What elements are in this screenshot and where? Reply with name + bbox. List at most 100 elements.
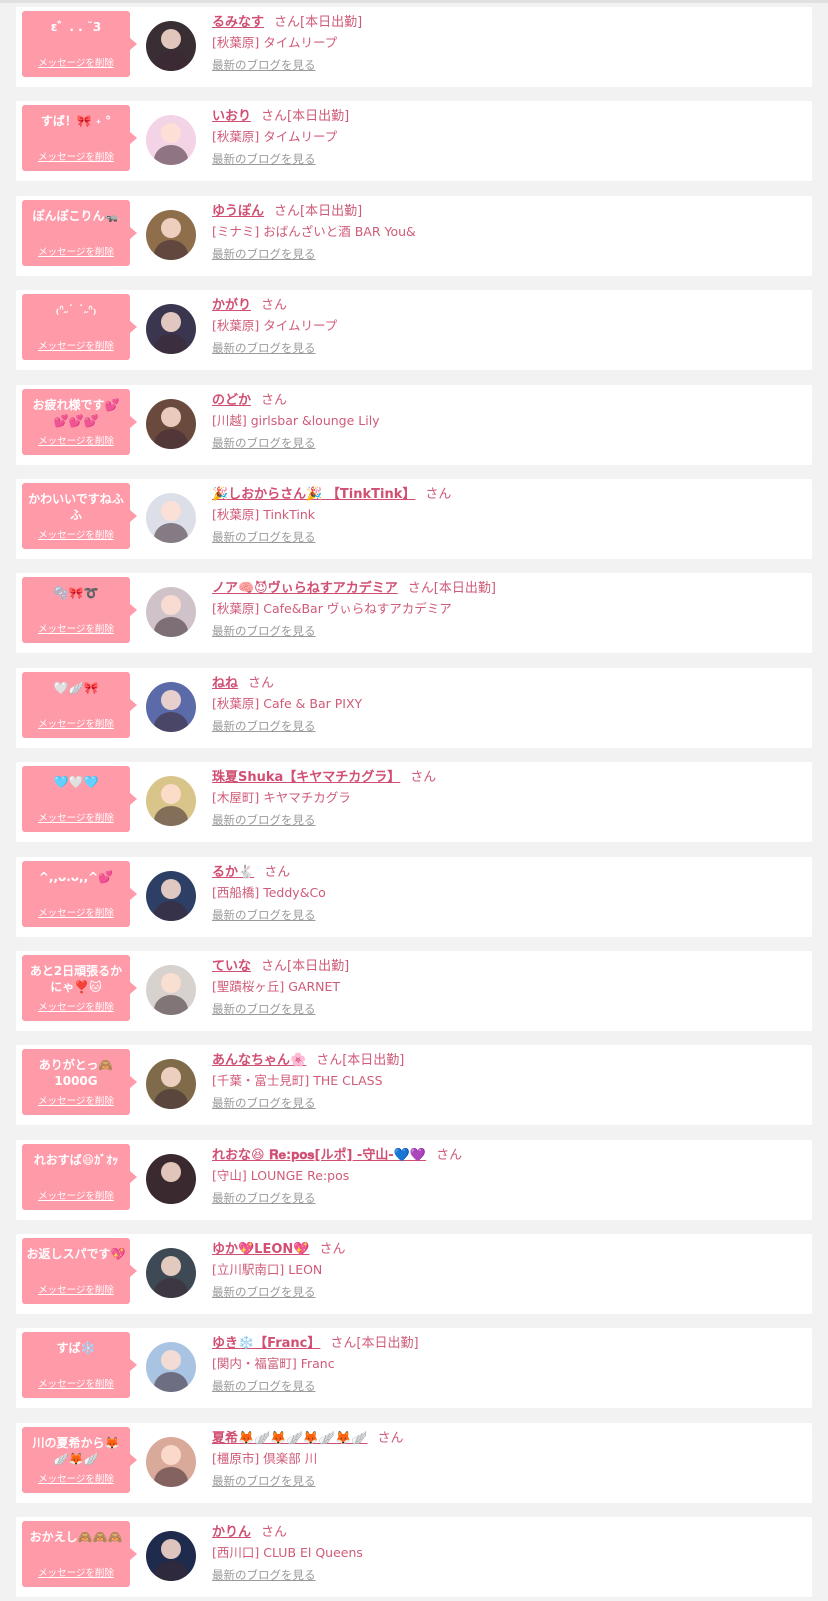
message-bubble: ε゛. . ˘3 メッセージを削除 [22, 11, 137, 77]
name-line: 🎉しおからさん🎉 【TinkTink】 さん [212, 485, 802, 505]
user-name-link[interactable]: 夏希🦊🪽🦊🪽🦊🪽🦊🪽 [212, 1431, 368, 1446]
name-line: かりん さん [212, 1523, 802, 1543]
latest-blog-link[interactable]: 最新のブログを見る [212, 57, 316, 73]
latest-blog-link[interactable]: 最新のブログを見る [212, 151, 316, 167]
user-info: かがり さん [秋葉原] タイムリープ 最新のブログを見る [212, 296, 802, 356]
avatar[interactable] [146, 1248, 196, 1299]
avatar[interactable] [146, 1436, 196, 1487]
latest-blog-link[interactable]: 最新のブログを見る [212, 1095, 316, 1111]
delete-message-link[interactable]: メッセージを削除 [22, 905, 130, 919]
attendance-status: [本日出勤] [342, 1053, 405, 1069]
latest-blog-link[interactable]: 最新のブログを見る [212, 718, 316, 734]
user-name-link[interactable]: ノア🧠😈ヴぃらねすアカデミア [212, 581, 398, 596]
avatar[interactable] [146, 1531, 196, 1582]
user-name-link[interactable]: るか🐇 [212, 865, 254, 880]
user-name-link[interactable]: ゆき❄️【Franc】 [212, 1336, 320, 1351]
latest-blog-link[interactable]: 最新のブログを見る [212, 907, 316, 923]
user-name-link[interactable]: ていな [212, 959, 251, 974]
shop-name: [立川駅南口] LEON [212, 1262, 323, 1278]
user-name-link[interactable]: 珠夏Shuka【キヤマチカグラ】 [212, 770, 400, 785]
user-name-link[interactable]: あんなちゃん🌸 [212, 1053, 306, 1068]
honorific: さん [274, 203, 301, 219]
name-line: のどか さん [212, 391, 802, 411]
user-name-link[interactable]: れおな😆 𝐑𝐞:𝐩𝐨𝐬[ルポ] -守山-💙💜 [212, 1148, 426, 1163]
latest-blog-link[interactable]: 最新のブログを見る [212, 435, 316, 451]
avatar[interactable] [146, 587, 196, 638]
delete-message-link[interactable]: メッセージを削除 [22, 1471, 130, 1485]
latest-blog-link[interactable]: 最新のブログを見る [212, 340, 316, 356]
delete-message-link[interactable]: メッセージを削除 [22, 716, 130, 730]
user-info: 夏希🦊🪽🦊🪽🦊🪽🦊🪽 さん [橿原市] 倶楽部 川 最新のブログを見る [212, 1429, 802, 1489]
user-info: ねね さん [秋葉原] Cafe & Bar PIXY 最新のブログを見る [212, 674, 802, 734]
user-name-link[interactable]: かがり [212, 298, 251, 313]
latest-blog-link[interactable]: 最新のブログを見る [212, 1001, 316, 1017]
message-text: かわいいですねふふ [28, 491, 124, 522]
delete-message-link[interactable]: メッセージを削除 [22, 621, 130, 635]
user-name-link[interactable]: のどか [212, 393, 251, 408]
message-bubble: すば！🎀 ˖ ° メッセージを削除 [22, 105, 137, 172]
name-line: かがり さん [212, 296, 802, 316]
delete-message-link[interactable]: メッセージを削除 [22, 810, 130, 824]
delete-message-link[interactable]: メッセージを削除 [22, 55, 130, 69]
delete-message-link[interactable]: メッセージを削除 [22, 338, 130, 352]
message-bubble: 川の夏希から🦊🪽🦊🪽 メッセージを削除 [22, 1426, 137, 1493]
latest-blog-link[interactable]: 最新のブログを見る [212, 1284, 316, 1300]
avatar[interactable] [146, 398, 196, 449]
message-text: 川の夏希から🦊🪽🦊🪽 [32, 1435, 120, 1466]
avatar[interactable] [146, 776, 196, 827]
delete-message-link[interactable]: メッセージを削除 [22, 1565, 130, 1579]
latest-blog-link[interactable]: 最新のブログを見る [212, 246, 316, 262]
message-card: 🤍🪽🎀 メッセージを削除 ねね さん [秋葉原] Cafe & Bar PIXY … [16, 667, 812, 748]
latest-blog-link[interactable]: 最新のブログを見る [212, 1473, 316, 1489]
user-name-link[interactable]: ゆうぽん [212, 204, 264, 219]
latest-blog-link[interactable]: 最新のブログを見る [212, 529, 316, 545]
message-card: ^,,ᴗ.ᴗ,,^💕 メッセージを削除 るか🐇 さん [西船橋] Teddy&Co… [16, 856, 812, 937]
user-name-link[interactable]: かりん [212, 1525, 251, 1540]
message-text: おかえし🙈🙈🙈 [29, 1530, 123, 1545]
delete-message-link[interactable]: メッセージを削除 [22, 244, 130, 258]
avatar[interactable] [146, 964, 196, 1015]
shop-name: [秋葉原] タイムリープ [212, 318, 338, 334]
user-name-link[interactable]: 🎉しおからさん🎉 【TinkTink】 [212, 487, 415, 502]
message-card: お返しスパです💖 メッセージを削除 ゆか💖LEON💖 さん [立川駅南口] LEO… [16, 1234, 812, 1315]
honorific: さん [436, 1147, 463, 1163]
shop-name: [守山] LOUNGE Re:pos [212, 1167, 350, 1183]
delete-message-link[interactable]: メッセージを削除 [22, 149, 130, 163]
delete-message-link[interactable]: メッセージを削除 [22, 999, 130, 1013]
message-text: ぽんぽこりん🦡 [32, 208, 120, 223]
user-name-link[interactable]: いおり [212, 109, 251, 124]
avatar[interactable] [146, 1342, 196, 1393]
shop-name: [千葉・富士見町] THE CLASS [212, 1073, 383, 1089]
latest-blog-link[interactable]: 最新のブログを見る [212, 812, 316, 828]
delete-message-link[interactable]: メッセージを削除 [22, 527, 130, 541]
avatar[interactable] [146, 681, 196, 732]
latest-blog-link[interactable]: 最新のブログを見る [212, 1190, 316, 1206]
latest-blog-link[interactable]: 最新のブログを見る [212, 1567, 316, 1583]
user-info: のどか さん [川越] girlsbar &lounge Lily 最新のブログを… [212, 391, 802, 451]
avatar[interactable] [146, 209, 196, 260]
message-text: お疲れ様です💕💕💕💕 [32, 397, 120, 428]
message-card: 🫧🎀➰ メッセージを削除 ノア🧠😈ヴぃらねすアカデミア さん[本日出勤] [秋葉原… [16, 573, 812, 654]
avatar[interactable] [146, 1153, 196, 1204]
avatar[interactable] [146, 1059, 196, 1110]
delete-message-link[interactable]: メッセージを削除 [22, 1093, 130, 1107]
avatar[interactable] [146, 115, 196, 166]
avatar[interactable] [146, 304, 196, 355]
avatar[interactable] [146, 870, 196, 921]
latest-blog-link[interactable]: 最新のブログを見る [212, 1378, 316, 1394]
message-card: ε゛. . ˘3 メッセージを削除 るみなす さん[本日出勤] [秋葉原] タイム… [16, 7, 812, 87]
delete-message-link[interactable]: メッセージを削除 [22, 433, 130, 447]
attendance-status: [本日出勤] [433, 581, 496, 597]
latest-blog-link[interactable]: 最新のブログを見る [212, 623, 316, 639]
honorific: さん [264, 864, 291, 880]
user-name-link[interactable]: ゆか💖LEON💖 [212, 1242, 309, 1257]
shop-name: [木屋町] キヤマチカグラ [212, 790, 351, 806]
avatar[interactable] [146, 492, 196, 543]
user-name-link[interactable]: るみなす [212, 15, 264, 30]
delete-message-link[interactable]: メッセージを削除 [22, 1376, 130, 1390]
avatar[interactable] [146, 21, 196, 71]
delete-message-link[interactable]: メッセージを削除 [22, 1282, 130, 1296]
user-name-link[interactable]: ねね [212, 676, 238, 691]
delete-message-link[interactable]: メッセージを削除 [22, 1188, 130, 1202]
message-bubble: れおすば😆ｶﾞｵｯ メッセージを削除 [22, 1143, 137, 1210]
